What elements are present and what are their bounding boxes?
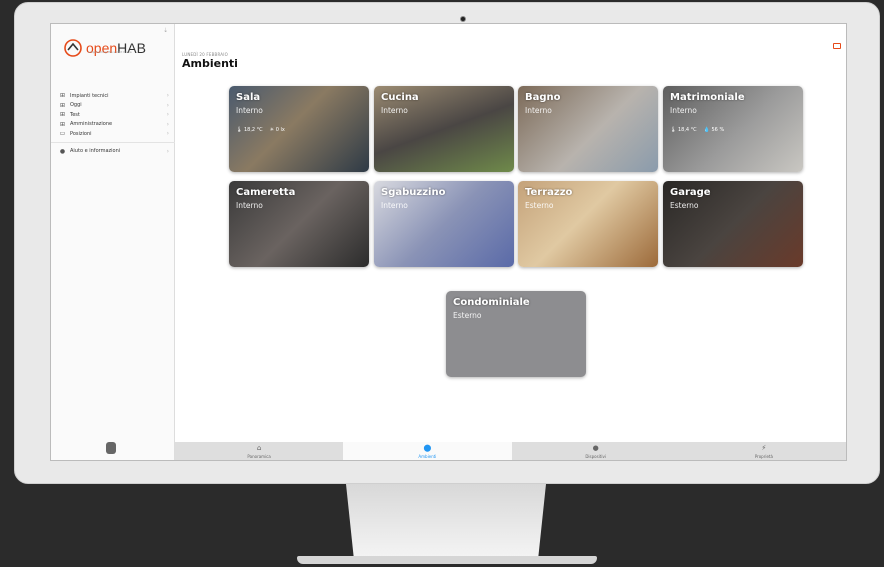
tab-label: Panoramica bbox=[247, 454, 271, 459]
tab-dispositivi[interactable]: ● Dispositivi bbox=[511, 442, 680, 460]
room-type: Interno bbox=[381, 106, 408, 115]
grid-icon: ⊞ bbox=[59, 101, 66, 109]
sidebar-menu: ⊞ Impianti tecnici › ⊞ Oggi › ⊞ Test › ⊞… bbox=[51, 91, 175, 156]
collapse-icon[interactable]: ⇣ bbox=[163, 27, 168, 34]
openhab-logo-icon bbox=[64, 39, 82, 57]
sidebar-item-test[interactable]: ⊞ Test › bbox=[51, 110, 175, 120]
room-name: Matrimoniale bbox=[670, 92, 745, 103]
camera-dot bbox=[460, 16, 466, 22]
sidebar-item-label: Posizioni bbox=[70, 130, 92, 137]
room-type: Interno bbox=[236, 201, 263, 210]
sun-icon: ☀ bbox=[269, 127, 275, 133]
sidebar-item-help[interactable]: ● Aiuto e informazioni › bbox=[51, 147, 175, 157]
thermometer-icon: 🌡 bbox=[670, 127, 677, 133]
drop-icon: 💧 bbox=[703, 127, 710, 133]
room-name: Bagno bbox=[525, 92, 561, 103]
tab-label: Ambienti bbox=[418, 454, 437, 459]
home-icon: ⌂ bbox=[256, 444, 262, 452]
sidebar-item-oggi[interactable]: ⊞ Oggi › bbox=[51, 101, 175, 111]
room-name: Terrazzo bbox=[525, 187, 573, 198]
room-type: Interno bbox=[670, 106, 697, 115]
room-type: Esterno bbox=[453, 311, 482, 320]
chevron-right-icon: › bbox=[166, 92, 169, 100]
monitor-icon: ▭ bbox=[59, 130, 66, 138]
lux-value: ☀ 0 lx bbox=[269, 127, 285, 133]
chevron-right-icon: › bbox=[166, 120, 169, 128]
grid-icon: ⊞ bbox=[59, 111, 66, 119]
sidebar-item-label: Test bbox=[70, 111, 80, 118]
room-stats: 🌡 18,2 °C ☀ 0 lx bbox=[236, 127, 285, 133]
logo-tagline: empowering the smart home bbox=[88, 50, 132, 54]
room-name: Sgabuzzino bbox=[381, 187, 446, 198]
bottom-tabbar: ⌂ Panoramica ⬤ Ambienti ● Dispositivi ⚡ … bbox=[175, 442, 846, 460]
sidebar-item-amministrazione[interactable]: ⊞ Amministrazione › bbox=[51, 120, 175, 130]
room-type: Interno bbox=[525, 106, 552, 115]
room-card-garage[interactable]: Garage Esterno bbox=[663, 181, 803, 267]
monitor-frame: openHAB empowering the smart home ⇣ ⊞ Im… bbox=[14, 2, 880, 484]
temperature-value: 🌡 18,4 °C bbox=[670, 127, 697, 133]
chevron-right-icon: › bbox=[166, 147, 169, 155]
room-card-cucina[interactable]: Cucina Interno bbox=[374, 86, 514, 172]
room-card-terrazzo[interactable]: Terrazzo Esterno bbox=[518, 181, 658, 267]
sidebar: openHAB empowering the smart home ⇣ ⊞ Im… bbox=[51, 24, 175, 460]
sidebar-item-posizioni[interactable]: ▭ Posizioni › bbox=[51, 129, 175, 139]
profile-icon[interactable] bbox=[106, 442, 116, 454]
room-card-condominiale[interactable]: Condominiale Esterno bbox=[446, 291, 586, 377]
room-card-matrimoniale[interactable]: Matrimoniale Interno 🌡 18,4 °C 💧 56 % bbox=[663, 86, 803, 172]
monitor-stand bbox=[346, 484, 546, 560]
screen: openHAB empowering the smart home ⇣ ⊞ Im… bbox=[50, 23, 847, 461]
room-name: Garage bbox=[670, 187, 711, 198]
room-name: Cameretta bbox=[236, 187, 296, 198]
divider bbox=[51, 141, 175, 143]
chevron-right-icon: › bbox=[166, 101, 169, 109]
grid-icon: ⊞ bbox=[59, 92, 66, 100]
page-title: Ambienti bbox=[182, 57, 238, 70]
sidebar-item-label: Amministrazione bbox=[70, 121, 113, 128]
thermometer-icon: 🌡 bbox=[236, 127, 243, 133]
room-type: Interno bbox=[236, 106, 263, 115]
tab-label: Dispositivi bbox=[585, 454, 606, 459]
sidebar-toggle-icon[interactable] bbox=[833, 43, 841, 49]
devices-icon: ● bbox=[592, 444, 599, 452]
tab-label: Proprietà bbox=[754, 454, 773, 459]
main-content: LUNEDÌ 20 FEBBRAIO Ambienti Sala Interno… bbox=[175, 24, 846, 460]
room-card-bagno[interactable]: Bagno Interno bbox=[518, 86, 658, 172]
sidebar-item-label: Aiuto e informazioni bbox=[70, 148, 121, 155]
monitor-base bbox=[297, 556, 597, 564]
help-icon: ● bbox=[59, 147, 66, 155]
room-card-sala[interactable]: Sala Interno 🌡 18,2 °C ☀ 0 lx bbox=[229, 86, 369, 172]
location-icon: ⬤ bbox=[423, 444, 432, 452]
room-type: Esterno bbox=[525, 201, 554, 210]
bolt-icon: ⚡ bbox=[761, 444, 767, 452]
grid-icon: ⊞ bbox=[59, 120, 66, 128]
sidebar-item-label: Impianti tecnici bbox=[70, 92, 109, 99]
room-card-sgabuzzino[interactable]: Sgabuzzino Interno bbox=[374, 181, 514, 267]
temperature-value: 🌡 18,2 °C bbox=[236, 127, 263, 133]
chevron-right-icon: › bbox=[166, 111, 169, 119]
tab-panoramica[interactable]: ⌂ Panoramica bbox=[175, 442, 344, 460]
openhab-logo[interactable]: openHAB bbox=[63, 34, 163, 62]
humidity-value: 💧 56 % bbox=[703, 127, 725, 133]
room-card-cameretta[interactable]: Cameretta Interno bbox=[229, 181, 369, 267]
room-type: Interno bbox=[381, 201, 408, 210]
room-name: Cucina bbox=[381, 92, 419, 103]
sidebar-item-label: Oggi bbox=[70, 102, 82, 109]
chevron-right-icon: › bbox=[166, 130, 169, 138]
sidebar-item-impianti-tecnici[interactable]: ⊞ Impianti tecnici › bbox=[51, 91, 175, 101]
room-stats: 🌡 18,4 °C 💧 56 % bbox=[670, 127, 724, 133]
room-name: Condominiale bbox=[453, 297, 530, 308]
room-name: Sala bbox=[236, 92, 261, 103]
tab-ambienti[interactable]: ⬤ Ambienti bbox=[343, 442, 512, 460]
room-type: Esterno bbox=[670, 201, 699, 210]
tab-proprieta[interactable]: ⚡ Proprietà bbox=[679, 442, 846, 460]
